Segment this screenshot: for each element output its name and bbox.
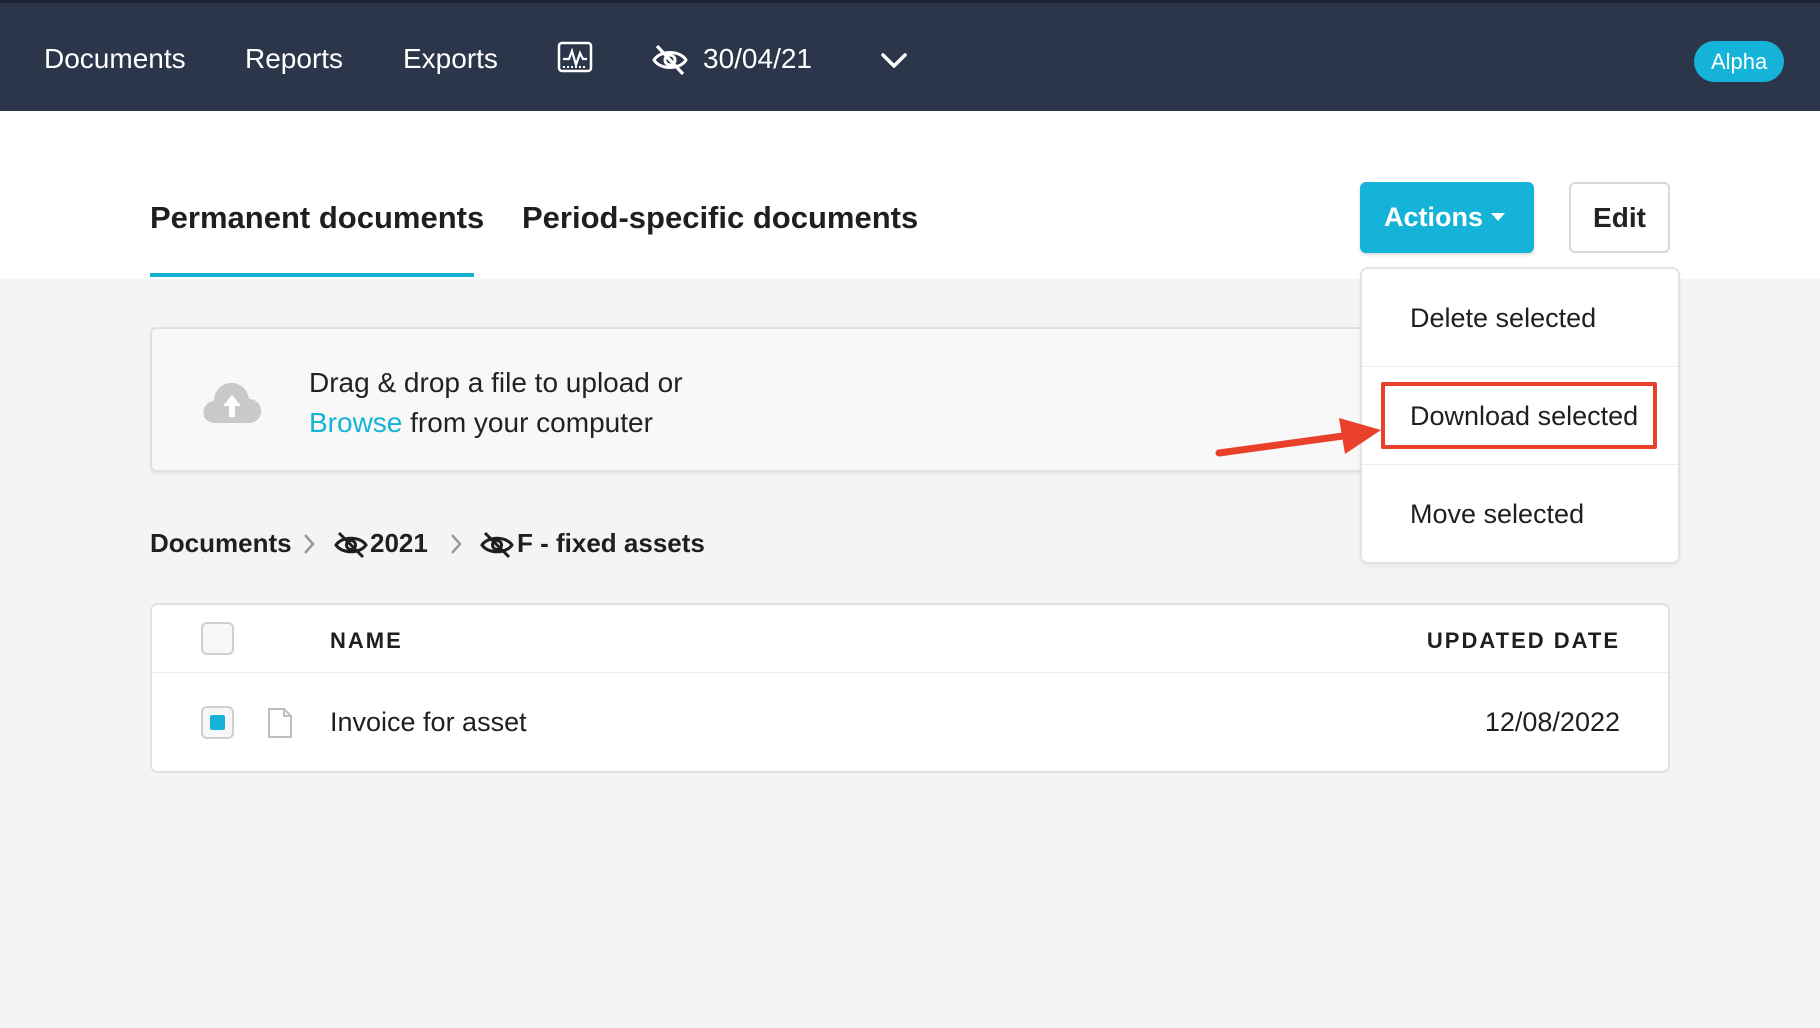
- column-header-updated-date[interactable]: UPDATED DATE: [1427, 627, 1620, 655]
- row-checkbox[interactable]: [201, 706, 234, 739]
- tabs-band: [0, 111, 1820, 279]
- row-updated-date: 12/08/2022: [1484, 707, 1620, 737]
- menu-item-move-selected[interactable]: Move selected: [1362, 465, 1678, 563]
- chevron-down-icon[interactable]: [880, 49, 908, 73]
- eye-off-icon: [652, 44, 688, 76]
- edit-button[interactable]: Edit: [1569, 182, 1670, 253]
- nav-documents[interactable]: Documents: [44, 41, 186, 77]
- environment-badge: Alpha: [1694, 41, 1785, 82]
- monitor-chart-icon[interactable]: [557, 39, 593, 77]
- caret-down-icon: [1491, 213, 1505, 221]
- breadcrumb-2021[interactable]: 2021: [370, 525, 428, 561]
- eye-off-icon: [480, 531, 514, 559]
- actions-button-label: Actions: [1384, 202, 1484, 232]
- upload-instructions-line2: Browse from your computer: [309, 405, 653, 441]
- upload-instructions: Drag & drop a file to upload or: [309, 367, 683, 398]
- annotation-arrow-icon: [1215, 418, 1381, 457]
- row-name[interactable]: Invoice for asset: [330, 705, 527, 739]
- nav-exports[interactable]: Exports: [403, 41, 498, 77]
- tab-period-specific-documents[interactable]: Period-specific documents: [522, 198, 918, 238]
- chevron-right-icon: [304, 534, 315, 554]
- documents-table: NAME UPDATED DATE Invoice for asset 12/0…: [150, 603, 1670, 773]
- browse-link[interactable]: Browse: [309, 407, 402, 438]
- nav-reports[interactable]: Reports: [245, 41, 343, 77]
- menu-item-delete-selected[interactable]: Delete selected: [1362, 269, 1678, 367]
- eye-off-icon: [334, 531, 368, 559]
- chevron-right-icon: [451, 534, 462, 554]
- top-navigation-bar: Documents Reports Exports 30/04/21 Alpha: [0, 0, 1820, 111]
- table-header-row: NAME UPDATED DATE: [152, 605, 1668, 673]
- cloud-upload-icon: [203, 382, 262, 423]
- select-all-checkbox[interactable]: [201, 622, 234, 655]
- period-date[interactable]: 30/04/21: [703, 41, 812, 77]
- tab-permanent-documents[interactable]: Permanent documents: [150, 198, 484, 238]
- actions-button[interactable]: Actions: [1360, 182, 1534, 253]
- active-tab-indicator: [150, 273, 474, 277]
- annotation-highlight-box: [1381, 382, 1657, 449]
- breadcrumb-fixed-assets: F - fixed assets: [517, 528, 705, 558]
- upload-instructions-rest: from your computer: [402, 407, 653, 438]
- breadcrumb-documents[interactable]: Documents: [150, 525, 292, 561]
- file-icon: [268, 708, 292, 738]
- column-header-name[interactable]: NAME: [330, 627, 403, 655]
